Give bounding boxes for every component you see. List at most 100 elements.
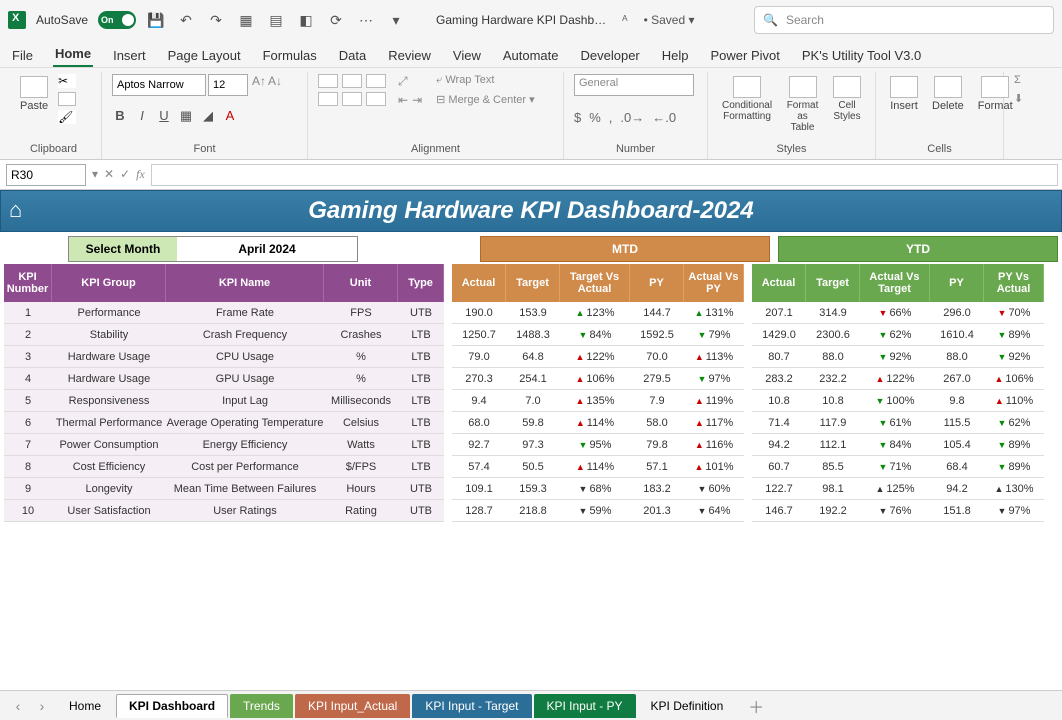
ribbon-group-styles: Conditional Formatting Format as Table C… — [708, 72, 876, 159]
ribbon-tab-pk-s-utility-tool-v3-0[interactable]: PK's Utility Tool V3.0 — [800, 44, 923, 67]
decrease-indent-icon[interactable]: ⇤ — [398, 93, 408, 107]
search-icon: 🔍 — [763, 13, 778, 27]
dashboard-area: ⌂ Gaming Hardware KPI Dashboard-2024 Sel… — [0, 190, 1062, 522]
autosum-icon[interactable]: Σ — [1014, 74, 1021, 86]
table-row[interactable]: 7Power ConsumptionEnergy EfficiencyWatts… — [4, 434, 1058, 456]
grow-font-icon[interactable]: A↑ — [252, 74, 266, 96]
save-icon[interactable]: 💾 — [146, 10, 166, 30]
enter-formula-icon[interactable]: ✓ — [120, 167, 130, 182]
fx-icon[interactable]: fx — [136, 167, 145, 182]
comma-icon[interactable]: , — [609, 110, 613, 125]
col-header: KPI Name — [166, 264, 324, 302]
ribbon-tab-help[interactable]: Help — [660, 44, 691, 67]
table-row[interactable]: 4Hardware UsageGPU Usage%LTB270.3254.1▲1… — [4, 368, 1058, 390]
cancel-formula-icon[interactable]: ✕ — [104, 167, 114, 182]
select-month-value: April 2024 — [177, 237, 357, 261]
sheet-tab-kpi-dashboard[interactable]: KPI Dashboard — [116, 694, 228, 718]
col-header: PY — [930, 264, 984, 302]
table-row[interactable]: 5ResponsivenessInput LagMillisecondsLTB9… — [4, 390, 1058, 412]
undo-icon[interactable]: ↶ — [176, 10, 196, 30]
sheet-tab-kpi-input-actual[interactable]: KPI Input_Actual — [295, 694, 410, 718]
ribbon-tab-page-layout[interactable]: Page Layout — [166, 44, 243, 67]
percent-icon[interactable]: % — [589, 110, 601, 125]
ribbon-tab-review[interactable]: Review — [386, 44, 433, 67]
decrease-decimal-icon[interactable]: ←.0 — [652, 110, 676, 125]
delete-cells-button[interactable]: Delete — [928, 74, 968, 114]
sheet-tab-kpi-input-target[interactable]: KPI Input - Target — [412, 694, 531, 718]
ribbon-tab-insert[interactable]: Insert — [111, 44, 148, 67]
ribbon-tab-power-pivot[interactable]: Power Pivot — [709, 44, 782, 67]
sheet-tab-kpi-definition[interactable]: KPI Definition — [638, 694, 737, 718]
col-header: Actual Vs Target — [860, 264, 930, 302]
qat-icon-4[interactable]: ⟳ — [326, 10, 346, 30]
format-as-table-button[interactable]: Format as Table — [782, 74, 823, 135]
wrap-text-button[interactable]: ⤶ Wrap Text — [436, 74, 535, 87]
table-row[interactable]: 2StabilityCrash FrequencyCrashesLTB1250.… — [4, 324, 1058, 346]
sheet-nav-prev-icon[interactable]: ‹ — [8, 698, 28, 714]
qat-icon[interactable]: ▦ — [236, 10, 256, 30]
col-header: Actual — [452, 264, 506, 302]
qat-icon-3[interactable]: ◧ — [296, 10, 316, 30]
orientation-icon[interactable]: ⤢ — [398, 74, 422, 89]
fill-icon[interactable]: ⬇ — [1014, 92, 1023, 105]
font-name-select[interactable] — [112, 74, 206, 96]
sheet-nav-next-icon[interactable]: › — [32, 698, 52, 714]
ribbon-tab-data[interactable]: Data — [337, 44, 368, 67]
privacy-icon[interactable]: ᴬ — [622, 13, 627, 27]
cell-styles-button[interactable]: Cell Styles — [829, 74, 865, 124]
borders-icon[interactable]: ▦ — [178, 108, 194, 124]
namebox-dropdown-icon[interactable]: ▾ — [92, 167, 98, 182]
qat-more-icon[interactable]: ▾ — [386, 10, 406, 30]
fill-color-icon[interactable]: ◢ — [200, 108, 216, 124]
search-input[interactable]: 🔍 Search — [754, 6, 1054, 34]
font-color-icon[interactable]: A — [222, 108, 238, 124]
file-title[interactable]: Gaming Hardware KPI Dashb… — [436, 13, 606, 27]
conditional-formatting-button[interactable]: Conditional Formatting — [718, 74, 776, 124]
formula-bar: ▾ ✕ ✓ fx — [0, 160, 1062, 190]
col-header: Target — [806, 264, 860, 302]
merge-center-button[interactable]: ⊟ Merge & Center ▾ — [436, 93, 535, 106]
insert-cells-button[interactable]: Insert — [886, 74, 922, 114]
ribbon-tab-view[interactable]: View — [451, 44, 483, 67]
table-row[interactable]: 3Hardware UsageCPU Usage%LTB79.064.8▲122… — [4, 346, 1058, 368]
ribbon-tab-formulas[interactable]: Formulas — [261, 44, 319, 67]
underline-button[interactable]: U — [156, 108, 172, 124]
qat-icon-2[interactable]: ▤ — [266, 10, 286, 30]
sheet-tab-trends[interactable]: Trends — [230, 694, 293, 718]
sheet-tab-home[interactable]: Home — [56, 694, 114, 718]
select-month-control[interactable]: Select Month April 2024 — [68, 236, 358, 262]
bold-button[interactable]: B — [112, 108, 128, 124]
increase-indent-icon[interactable]: ⇥ — [412, 93, 422, 107]
ribbon-tab-automate[interactable]: Automate — [501, 44, 561, 67]
ribbon-group-clipboard: Paste ✂ 🖌 Clipboard — [6, 72, 102, 159]
align-buttons[interactable] — [318, 74, 386, 106]
table-row[interactable]: 10User SatisfactionUser RatingsRatingUTB… — [4, 500, 1058, 522]
home-icon[interactable]: ⌂ — [9, 197, 37, 225]
copy-icon[interactable] — [58, 92, 76, 106]
font-size-select[interactable] — [208, 74, 248, 96]
number-format-select[interactable]: General — [574, 74, 694, 96]
table-row[interactable]: 1PerformanceFrame RateFPSUTB190.0153.9▲1… — [4, 302, 1058, 324]
ribbon-tab-file[interactable]: File — [10, 44, 35, 67]
italic-button[interactable]: I — [134, 108, 150, 124]
table-row[interactable]: 8Cost EfficiencyCost per Performance$/FP… — [4, 456, 1058, 478]
table-row[interactable]: 6Thermal PerformanceAverage Operating Te… — [4, 412, 1058, 434]
increase-decimal-icon[interactable]: .0→ — [620, 110, 644, 125]
format-painter-icon[interactable]: 🖌 — [58, 110, 76, 124]
paste-button[interactable]: Paste — [16, 74, 52, 114]
name-box[interactable] — [6, 164, 86, 186]
qat-icon-5[interactable]: ⋯ — [356, 10, 376, 30]
shrink-font-icon[interactable]: A↓ — [268, 74, 282, 96]
table-row[interactable]: 9LongevityMean Time Between FailuresHour… — [4, 478, 1058, 500]
cut-icon[interactable]: ✂ — [58, 74, 76, 88]
ribbon-tab-developer[interactable]: Developer — [579, 44, 642, 67]
formula-input[interactable] — [151, 164, 1058, 186]
col-header: KPI Number — [4, 264, 52, 302]
currency-icon[interactable]: $ — [574, 110, 581, 125]
redo-icon[interactable]: ↷ — [206, 10, 226, 30]
sheet-tab-kpi-input-py[interactable]: KPI Input - PY — [534, 694, 636, 718]
autosave-toggle[interactable]: On — [98, 11, 136, 29]
add-sheet-button[interactable]: ＋ — [748, 694, 764, 718]
ribbon-tab-home[interactable]: Home — [53, 42, 93, 67]
saved-status[interactable]: • Saved ▾ — [644, 13, 695, 27]
